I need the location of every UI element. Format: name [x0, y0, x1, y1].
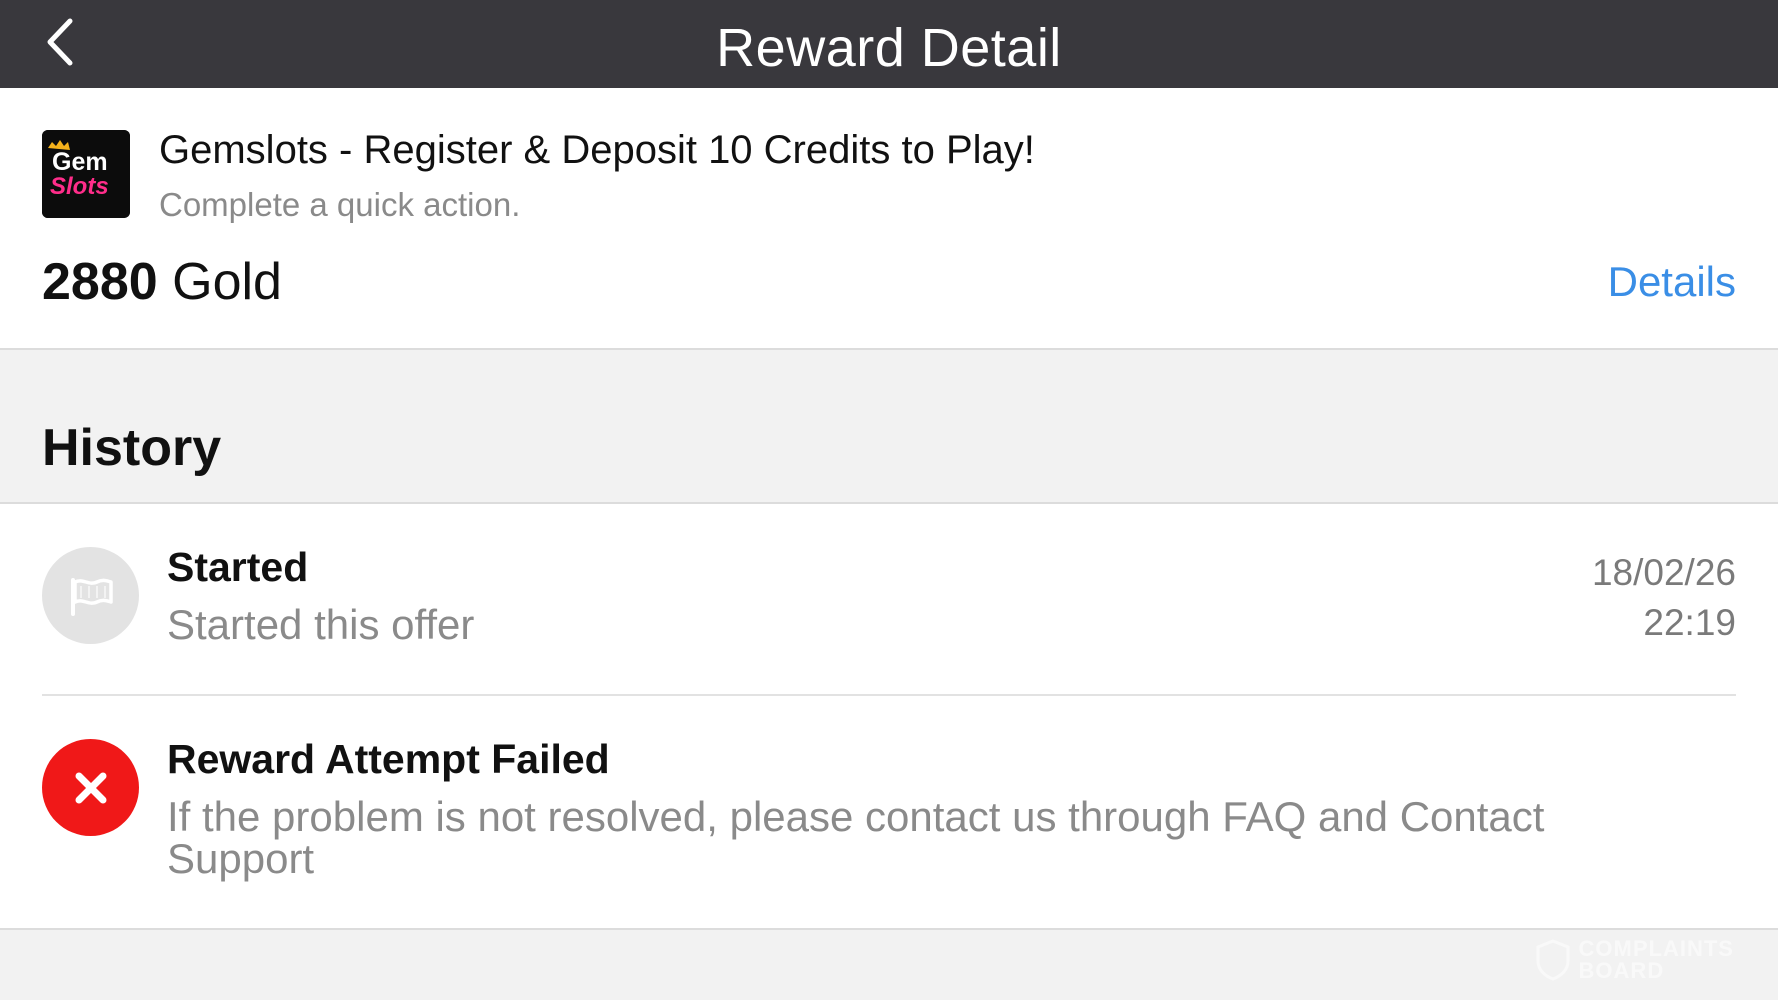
- history-item-started: Started Started this offer 18/02/26 22:1…: [0, 504, 1778, 696]
- reward-amount-value: 2880: [42, 253, 158, 311]
- history-item-failed: Reward Attempt Failed If the problem is …: [0, 696, 1778, 930]
- status-icon-failed: [42, 739, 139, 836]
- details-link[interactable]: Details: [1608, 258, 1736, 306]
- history-list: Started Started this offer 18/02/26 22:1…: [0, 504, 1778, 930]
- watermark-line1: COMPLAINTS: [1578, 936, 1734, 961]
- offer-subtitle: Complete a quick action.: [159, 186, 521, 223]
- reward-amount: 2880 Gold: [42, 252, 282, 312]
- history-item-date: 18/02/26: [1591, 552, 1736, 593]
- page-title: Reward Detail: [716, 18, 1062, 78]
- history-heading: History: [42, 419, 222, 477]
- reward-amount-unit: Gold: [172, 253, 282, 311]
- complaints-board-watermark: COMPLAINTS BOARD: [1535, 938, 1734, 982]
- history-section-header: History: [0, 352, 1778, 504]
- status-icon-started: [42, 547, 139, 644]
- top-app-bar: Reward Detail: [0, 0, 1778, 88]
- svg-text:Slots: Slots: [50, 173, 109, 200]
- history-item-timestamp: 18/02/26 22:19: [1592, 548, 1736, 648]
- close-icon: [75, 772, 106, 803]
- history-item-title: Started: [167, 544, 309, 590]
- history-item-description: Started this offer: [167, 601, 475, 648]
- back-button[interactable]: [38, 14, 82, 70]
- svg-text:Gem: Gem: [52, 148, 108, 176]
- shield-icon: [1536, 939, 1570, 981]
- chevron-left-icon: [47, 18, 73, 66]
- reward-card: Gem Slots Gemslots - Register & Deposit …: [0, 88, 1778, 350]
- history-item-title: Reward Attempt Failed: [167, 736, 610, 782]
- watermark-line2: BOARD: [1578, 958, 1665, 983]
- flag-icon: [70, 577, 113, 616]
- history-item-time: 22:19: [1643, 602, 1736, 643]
- offer-title: Gemslots - Register & Deposit 10 Credits…: [159, 128, 1035, 172]
- gemslots-logo: Gem Slots: [42, 130, 130, 218]
- history-item-description: If the problem is not resolved, please c…: [167, 793, 1545, 882]
